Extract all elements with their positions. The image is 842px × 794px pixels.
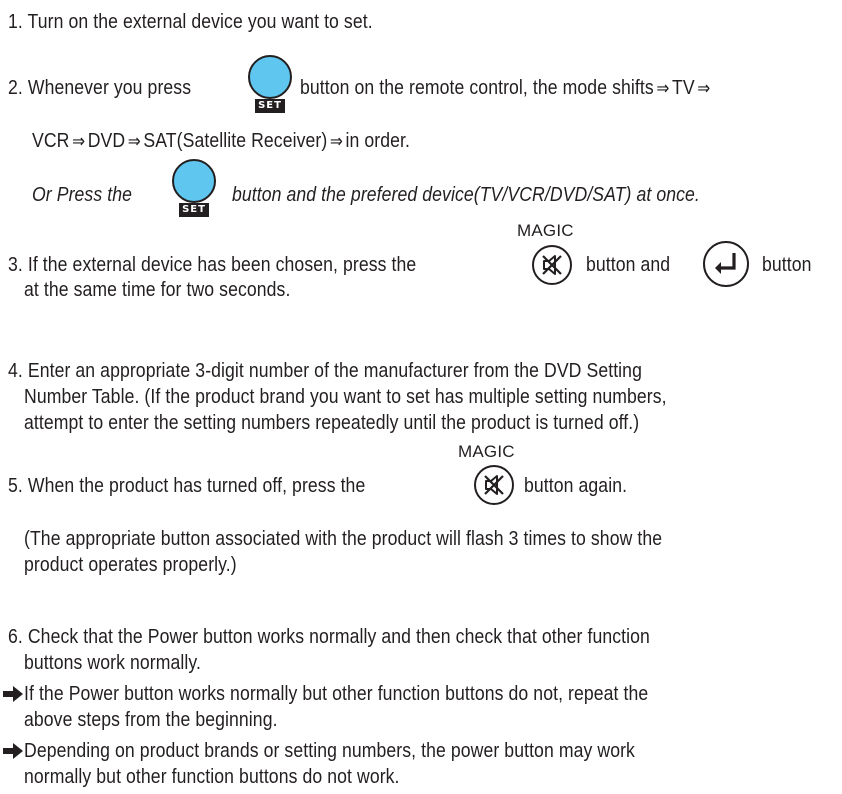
mute-icon [484, 475, 504, 495]
bullet-2-line-1: Depending on product brands or setting n… [24, 739, 635, 762]
step-3-text-end: button [762, 253, 812, 276]
set-button-circle [172, 159, 216, 203]
double-arrow-icon: ⇒ [656, 78, 670, 98]
double-arrow-icon: ⇒ [697, 78, 711, 98]
set-button-icon: SET [248, 55, 292, 113]
step-2-text-mid: button on the remote control, the mode s… [300, 75, 713, 101]
step-4-line-1: 4. Enter an appropriate 3-digit number o… [8, 359, 642, 382]
right-arrow-bullet-icon [3, 743, 23, 759]
step-4-line-3: attempt to enter the setting numbers rep… [24, 411, 640, 434]
step-1-text: 1. Turn on the external device you want … [8, 10, 373, 33]
magic-label: MAGIC [517, 221, 574, 240]
right-arrow-bullet-icon [3, 686, 23, 702]
mute-button [532, 245, 572, 285]
step-3-text-start: 3. If the external device has been chose… [8, 253, 417, 276]
step-3-text-mid: button and [586, 253, 671, 276]
note-line-1: (The appropriate button associated with … [24, 527, 663, 550]
or-press-text-start: Or Press the [32, 183, 132, 206]
step-6-line-2: buttons work normally. [24, 651, 201, 674]
double-arrow-icon: ⇒ [329, 131, 343, 151]
or-press-text-end: button and the prefered device(TV/VCR/DV… [232, 183, 700, 206]
step-6-line-1: 6. Check that the Power button works nor… [8, 625, 650, 648]
set-button-circle [248, 55, 292, 99]
enter-icon [715, 253, 736, 274]
mode-tv: TV [671, 76, 695, 99]
step-4-line-2: Number Table. (If the product brand you … [24, 385, 667, 408]
mode-dvd: DVD [87, 129, 126, 152]
bullet-1-line-2: above steps from the beginning. [24, 708, 278, 731]
mute-button [474, 465, 514, 505]
magic-label: MAGIC [458, 442, 515, 461]
set-button-label: SET [255, 99, 285, 113]
mode-vcr: VCR [32, 129, 70, 152]
double-arrow-icon: ⇒ [72, 131, 86, 151]
step-3-line-2: at the same time for two seconds. [24, 278, 291, 301]
bullet-2-line-2: normally but other function buttons do n… [24, 765, 400, 788]
step-2-line-2: VCR ⇒ DVD ⇒ SAT(Satellite Receiver) ⇒ in order… [32, 128, 410, 154]
bullet-1-line-1: If the Power button works normally but o… [24, 682, 649, 705]
mute-icon [542, 255, 562, 275]
mode-end: in order. [345, 129, 411, 152]
step-2-text-start: 2. Whenever you press [8, 76, 192, 99]
set-button-label: SET [179, 203, 209, 217]
step-5-text-start: 5. When the product has turned off, pres… [8, 474, 366, 497]
enter-button [703, 241, 749, 287]
mode-sat: SAT(Satellite Receiver) [143, 129, 328, 152]
double-arrow-icon: ⇒ [127, 131, 141, 151]
step-5-text-end: button again. [524, 474, 628, 497]
set-button-icon: SET [172, 159, 216, 217]
step-2-text-button: button on the remote control, the mode s… [300, 76, 654, 99]
note-line-2: product operates properly.) [24, 553, 237, 576]
